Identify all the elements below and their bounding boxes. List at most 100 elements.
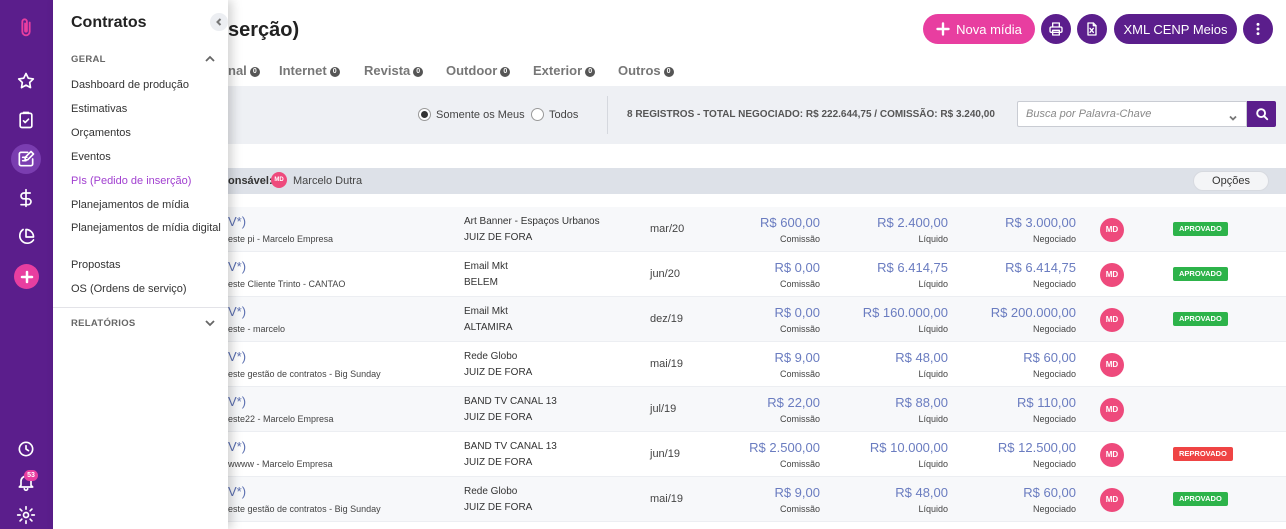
- city-name: ALTAMIRA: [464, 322, 513, 333]
- pi-client: este pi - Marcelo Empresa: [228, 234, 334, 244]
- pi-title[interactable]: V*): [228, 304, 246, 319]
- pi-client: este gestão de contratos - Big Sunday: [228, 504, 381, 514]
- tab-jornal[interactable]: nal 0: [228, 63, 260, 78]
- pi-title[interactable]: V*): [228, 259, 246, 274]
- pi-title[interactable]: V*): [228, 439, 246, 454]
- pi-title[interactable]: V*): [228, 214, 246, 229]
- tab-internet[interactable]: Internet 0: [279, 63, 340, 78]
- menu-item-pis[interactable]: PIs (Pedido de inserção): [71, 175, 221, 187]
- tab-count: 0: [585, 66, 596, 77]
- xml-cenp-button[interactable]: XML CENP Meios: [1114, 14, 1237, 44]
- chevron-down-icon: [204, 317, 216, 329]
- printer-icon: [1048, 21, 1064, 37]
- radio-label: Somente os Meus: [436, 108, 525, 121]
- negociado-label: Negociado: [1032, 504, 1076, 514]
- tab-exterior[interactable]: Exterior 0: [533, 63, 596, 78]
- city-name: BELEM: [464, 277, 498, 288]
- plus-icon[interactable]: [14, 264, 39, 289]
- tab-revista[interactable]: Revista 0: [364, 63, 424, 78]
- vehicle-name: Art Banner - Espaços Urbanos: [464, 216, 600, 227]
- city-name: JUIZ DE FORA: [464, 367, 533, 378]
- more-vertical-icon: [1250, 21, 1266, 37]
- pi-client: este22 - Marcelo Empresa: [228, 414, 334, 424]
- new-media-button[interactable]: Nova mídia: [923, 14, 1035, 44]
- menu-item-planejamentos[interactable]: Planejamentos de mídia: [71, 199, 221, 211]
- menu-section-relatorios[interactable]: RELATÓRIOS: [71, 318, 216, 329]
- radio-all[interactable]: Todos: [531, 108, 578, 121]
- search-button[interactable]: [1247, 101, 1276, 127]
- records-summary: 8 REGISTROS - TOTAL NEGOCIADO: R$ 222.64…: [627, 109, 995, 120]
- pi-client: este gestão de contratos - Big Sunday: [228, 369, 381, 379]
- table-row[interactable]: V*) este - marcelo Email Mkt ALTAMIRA de…: [53, 297, 1286, 342]
- tab-count: 0: [329, 66, 340, 77]
- vehicle-name: Email Mkt: [464, 261, 508, 272]
- paperclip-icon[interactable]: [14, 16, 38, 40]
- chevron-down-icon[interactable]: [1228, 110, 1238, 121]
- menu-item-propostas[interactable]: Propostas: [71, 259, 221, 271]
- comissao-value: R$ 0,00: [774, 305, 820, 320]
- vehicle-name: BAND TV CANAL 13: [464, 396, 557, 407]
- comissao-label: Comissão: [779, 324, 820, 334]
- liquido-label: Líquido: [918, 459, 948, 469]
- menu-item-planejamentos-digital[interactable]: Planejamentos de mídia digital: [71, 222, 221, 234]
- status-badge: APROVADO: [1173, 267, 1228, 281]
- pi-title[interactable]: V*): [228, 349, 246, 364]
- edit-document-icon[interactable]: [11, 144, 41, 174]
- table-row[interactable]: V*) este pi - Marcelo Empresa Art Banner…: [53, 207, 1286, 252]
- chevron-up-icon: [204, 53, 216, 65]
- radio-only-mine[interactable]: Somente os Meus: [418, 108, 525, 121]
- table-row[interactable]: V*) este gestão de contratos - Big Sunda…: [53, 342, 1286, 387]
- radio-label: Todos: [549, 108, 579, 121]
- pi-title[interactable]: V*): [228, 484, 246, 499]
- period: jun/20: [650, 268, 680, 280]
- negociado-label: Negociado: [1032, 369, 1076, 379]
- search-box[interactable]: [1017, 101, 1247, 127]
- gear-icon[interactable]: [14, 503, 38, 527]
- tab-outros[interactable]: Outros 0: [618, 63, 674, 78]
- chevron-left-icon: [215, 18, 223, 26]
- menu-item-os[interactable]: OS (Ordens de serviço): [71, 283, 221, 295]
- menu-section-geral[interactable]: GERAL: [71, 54, 216, 65]
- clipboard-check-icon[interactable]: [14, 108, 38, 132]
- more-options-button[interactable]: [1243, 14, 1273, 44]
- responsible-label: onsável:: [228, 175, 273, 187]
- tab-outdoor[interactable]: Outdoor 0: [446, 63, 511, 78]
- pi-title[interactable]: V*): [228, 394, 246, 409]
- pie-chart-icon[interactable]: [14, 225, 38, 249]
- table-row[interactable]: V*) este Cliente Trinto - CANTAO Email M…: [53, 252, 1286, 297]
- status-badge: REPROVADO: [1173, 447, 1233, 461]
- menu-title: Contratos: [71, 14, 147, 31]
- status-badge: APROVADO: [1173, 222, 1228, 236]
- excel-file-icon: [1084, 21, 1100, 37]
- pi-client: este Cliente Trinto - CANTAO: [228, 279, 346, 289]
- dollar-icon[interactable]: [14, 186, 38, 210]
- negociado-value: R$ 60,00: [1023, 350, 1076, 365]
- collapse-menu-button[interactable]: [210, 13, 228, 31]
- menu-item-dashboard[interactable]: Dashboard de produção: [71, 79, 221, 91]
- menu-item-estimativas[interactable]: Estimativas: [71, 103, 221, 115]
- contracts-menu: Contratos GERAL Dashboard de produção Es…: [53, 0, 228, 529]
- radio-dot: [418, 108, 431, 121]
- negociado-label: Negociado: [1032, 324, 1076, 334]
- search-input[interactable]: [1018, 102, 1218, 126]
- table-row[interactable]: V*) este22 - Marcelo Empresa BAND TV CAN…: [53, 387, 1286, 432]
- city-name: JUIZ DE FORA: [464, 412, 533, 423]
- tab-label: nal: [228, 63, 247, 78]
- star-icon[interactable]: [14, 69, 38, 93]
- table-row[interactable]: V*) wwww - Marcelo Empresa BAND TV CANAL…: [53, 432, 1286, 477]
- comissao-label: Comissão: [779, 459, 820, 469]
- pi-client: wwww - Marcelo Empresa: [228, 459, 333, 469]
- comissao-label: Comissão: [779, 504, 820, 514]
- tab-count: 0: [413, 66, 424, 77]
- menu-item-orcamentos[interactable]: Orçamentos: [71, 127, 221, 139]
- tab-label: Outdoor: [446, 63, 498, 78]
- vehicle-name: BAND TV CANAL 13: [464, 441, 557, 452]
- options-button[interactable]: Opções: [1193, 171, 1269, 191]
- print-button[interactable]: [1041, 14, 1071, 44]
- page-title: serção): [228, 19, 300, 41]
- menu-item-eventos[interactable]: Eventos: [71, 151, 221, 163]
- clock-icon[interactable]: [14, 437, 38, 461]
- excel-export-button[interactable]: [1077, 14, 1107, 44]
- table-row[interactable]: V*) este gestão de contratos - Big Sunda…: [53, 477, 1286, 522]
- liquido-value: R$ 10.000,00: [869, 440, 948, 455]
